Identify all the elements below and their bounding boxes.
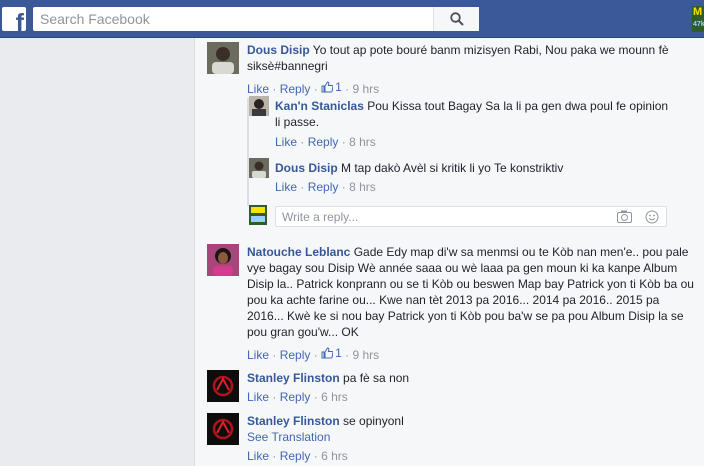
avatar[interactable] [207,370,239,402]
reply-link[interactable]: Reply [280,348,311,362]
reply-input[interactable] [276,207,596,226]
comment-author[interactable]: Natouche Leblanc [247,245,350,259]
comment-body: Stanley Flinston se opinyonl See Transla… [247,413,695,445]
see-translation-link[interactable]: See Translation [247,430,330,444]
comment-author[interactable]: Stanley Flinston [247,414,340,428]
avatar[interactable] [207,42,239,74]
comment-actions: Like · Reply · 1 · 9 hrs [247,80,380,96]
comment: Dous Disip Yo tout ap pote bouré banm mi… [207,42,697,98]
comment-text: Gade Edy map di'w sa menmsi ou te Kòb na… [247,245,694,339]
thumbs-up-icon [321,81,334,93]
comment-author[interactable]: Stanley Flinston [247,371,340,385]
comment-time[interactable]: 9 hrs [352,82,379,96]
reply-time[interactable]: 8 hrs [349,180,376,194]
search-bar [33,7,479,31]
comment: Natouche Leblanc Gade Edy map di'w sa me… [207,244,697,364]
reply-link[interactable]: Reply [280,390,311,404]
like-link[interactable]: Like [275,135,297,149]
reply-author[interactable]: Kan'n Staniclas [275,99,364,113]
comment-body: Stanley Flinston pa fè sa non [247,370,695,386]
comment-text: pa fè sa non [343,371,410,385]
reply-link[interactable]: Reply [280,82,311,96]
comment-actions: Like · Reply · 6 hrs [247,449,348,463]
top-navigation-bar: f M 47k [0,0,704,38]
reply-text: M tap dakò Avèl si kritik li yo Te konst… [341,161,564,175]
reply: Dous Disip M tap dakò Avèl si kritik li … [249,158,689,196]
like-count[interactable]: 1 [321,346,342,360]
current-user-avatar [249,205,267,225]
like-link[interactable]: Like [247,348,269,362]
comment-time[interactable]: 6 hrs [321,449,348,463]
reply-actions: Like · Reply · 8 hrs [275,180,376,194]
comment-body: Dous Disip Yo tout ap pote bouré banm mi… [247,42,692,74]
comment-author[interactable]: Dous Disip [247,43,310,57]
comment-body: Natouche Leblanc Gade Edy map di'w sa me… [247,244,695,340]
reply-actions: Like · Reply · 8 hrs [275,135,376,149]
avatar[interactable] [207,244,239,276]
reply-link[interactable]: Reply [280,449,311,463]
camera-icon[interactable] [617,210,632,223]
page-thumbnail[interactable]: M 47k [692,6,704,32]
reply-link[interactable]: Reply [308,180,339,194]
comment-text: se opinyonl [343,414,404,428]
facebook-logo-icon[interactable]: f [2,7,26,31]
like-link[interactable]: Like [275,180,297,194]
reply-body: Dous Disip M tap dakò Avèl si kritik li … [275,160,675,176]
comments-section: Dous Disip Yo tout ap pote bouré banm mi… [194,38,704,466]
like-link[interactable]: Like [247,390,269,404]
avatar[interactable] [207,413,239,445]
comment: Stanley Flinston se opinyonl See Transla… [207,413,697,463]
reply-link[interactable]: Reply [308,135,339,149]
reply-time[interactable]: 8 hrs [349,135,376,149]
reply-composer [275,206,667,227]
comment: Stanley Flinston pa fè sa non Like · Rep… [207,370,697,406]
comment-actions: Like · Reply · 1 · 9 hrs [247,346,380,362]
comment-time[interactable]: 9 hrs [352,348,379,362]
avatar[interactable] [249,96,269,116]
search-icon [449,12,464,26]
reply-author[interactable]: Dous Disip [275,161,338,175]
comment-text: Yo tout ap pote bouré banm mizisyen Rabi… [247,43,669,73]
like-link[interactable]: Like [247,449,269,463]
thumbs-up-icon [321,347,334,359]
comment-actions: Like · Reply · 6 hrs [247,390,348,404]
comment-time[interactable]: 6 hrs [321,390,348,404]
like-link[interactable]: Like [247,82,269,96]
avatar[interactable] [249,158,269,178]
emoji-icon[interactable] [645,210,659,224]
like-count[interactable]: 1 [321,80,342,94]
search-button[interactable] [433,7,479,31]
reply: Kan'n Staniclas Pou Kissa tout Bagay Sa … [249,96,689,150]
search-input[interactable] [33,7,433,31]
reply-body: Kan'n Staniclas Pou Kissa tout Bagay Sa … [275,98,675,130]
